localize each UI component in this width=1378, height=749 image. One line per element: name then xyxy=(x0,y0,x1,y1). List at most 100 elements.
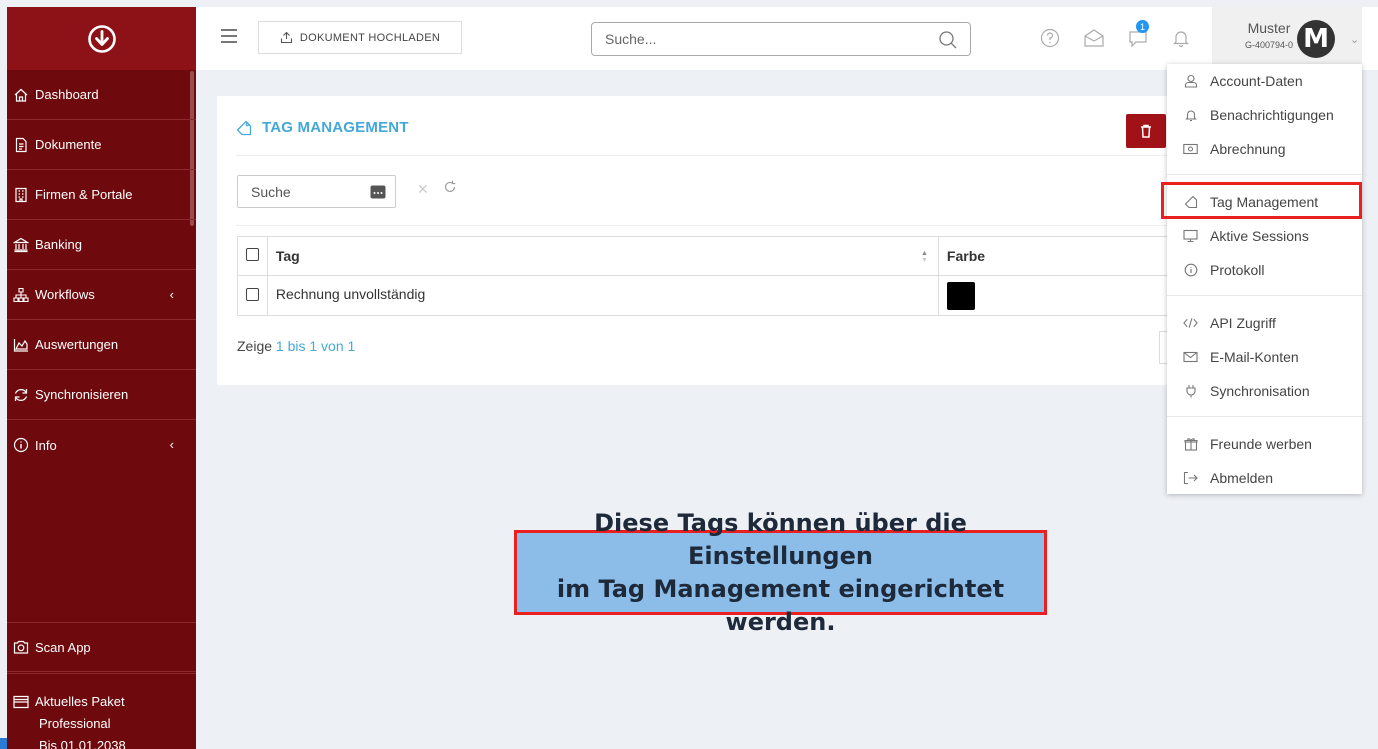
menu-item-label: Tag Management xyxy=(1210,194,1319,210)
sidebar-item-workflows[interactable]: Workflows ‹ xyxy=(7,270,196,320)
table-row[interactable]: Rechnung unvollständig xyxy=(237,275,1178,316)
menu-item-benachrichtigungen[interactable]: Benachrichtigungen xyxy=(1167,98,1362,132)
menu-divider xyxy=(1167,416,1362,417)
menu-item-aktive-sessions[interactable]: Aktive Sessions xyxy=(1167,219,1362,253)
menu-item-label: Protokoll xyxy=(1210,262,1265,278)
refresh-icon[interactable] xyxy=(443,180,457,194)
color-cell xyxy=(937,275,1178,316)
avatar[interactable]: M xyxy=(1297,20,1335,58)
tag-table: Tag ▲ ▼ Farbe Rechnung unvollständig xyxy=(237,236,1178,316)
sidebar-item-label: Dokumente xyxy=(35,137,102,152)
menu-item-abrechnung[interactable]: Abrechnung xyxy=(1167,132,1362,166)
credit-card-icon xyxy=(13,694,29,710)
sidebar-item-label: Banking xyxy=(35,237,82,252)
column-header-tag[interactable]: Tag ▲ ▼ xyxy=(266,236,939,276)
user-menu[interactable]: Muster G-400794-0 M ⌄ xyxy=(1212,7,1362,70)
sidebar-item-label: Dashboard xyxy=(35,87,99,102)
column-header-label: Tag xyxy=(275,248,300,264)
upload-document-button[interactable]: DOKUMENT HOCHLADEN xyxy=(258,21,462,54)
menu-item-label: Abrechnung xyxy=(1210,141,1286,157)
user-icon xyxy=(1183,74,1198,88)
table-header-row: Tag ▲ ▼ Farbe xyxy=(237,236,1178,276)
search-input[interactable] xyxy=(592,23,922,55)
menu-item-label: Freunde werben xyxy=(1210,436,1312,452)
row-checkbox[interactable] xyxy=(245,287,259,301)
menu-item-api-zugriff[interactable]: API Zugriff xyxy=(1167,306,1362,340)
row-select-cell xyxy=(237,275,268,316)
menu-item-synchronisation[interactable]: Synchronisation xyxy=(1167,374,1362,408)
package-name: Professional xyxy=(39,716,111,731)
menu-item-label: Abmelden xyxy=(1210,470,1274,486)
chart-area-icon xyxy=(13,337,29,353)
code-icon xyxy=(1183,317,1198,329)
sitemap-icon xyxy=(13,287,29,303)
tag-icon xyxy=(1183,195,1198,209)
menu-divider xyxy=(1167,295,1362,296)
sidebar-item-label: Auswertungen xyxy=(35,337,119,352)
menu-item-abmelden[interactable]: Abmelden xyxy=(1167,461,1362,495)
sidebar-item-label: Workflows xyxy=(35,287,95,302)
tag-search-input[interactable] xyxy=(238,176,358,207)
topbar: DOKUMENT HOCHLADEN 1 Muster G-400794-0 M… xyxy=(196,7,1378,70)
sidebar-item-auswertungen[interactable]: Auswertungen xyxy=(7,320,196,370)
select-all-checkbox[interactable] xyxy=(245,248,259,261)
hamburger-menu-icon[interactable] xyxy=(221,29,237,43)
annotation-callout: Diese Tags können über die Einstellungen… xyxy=(514,509,1047,636)
sidebar-item-firmen-portale[interactable]: Firmen & Portale xyxy=(7,170,196,220)
divider xyxy=(236,155,1177,156)
table-info-range: 1 bis 1 von 1 xyxy=(275,338,356,354)
callout-line-2: im Tag Management eingerichtet werden. xyxy=(556,574,1005,636)
user-name: Muster xyxy=(1247,20,1291,36)
menu-item-label: API Zugriff xyxy=(1210,315,1276,331)
delete-button[interactable] xyxy=(1126,114,1166,148)
column-header-label: Farbe xyxy=(946,248,986,264)
gift-icon xyxy=(1183,437,1198,451)
keyboard-icon[interactable] xyxy=(370,185,386,204)
menu-item-protokoll[interactable]: Protokoll xyxy=(1167,253,1362,287)
menu-item-freunde-werben[interactable]: Freunde werben xyxy=(1167,427,1362,461)
menu-item-label: E-Mail-Konten xyxy=(1210,349,1299,365)
chevron-down-icon[interactable]: ⌄ xyxy=(1350,33,1359,46)
sidebar-item-scan-app[interactable]: Scan App xyxy=(7,622,196,672)
menu-item-account-daten[interactable]: Account-Daten xyxy=(1167,64,1362,98)
page-title: TAG MANAGEMENT xyxy=(236,119,409,136)
page-title-text: TAG MANAGEMENT xyxy=(262,119,409,136)
sidebar-item-dokumente[interactable]: Dokumente xyxy=(7,120,196,170)
sidebar-item-info[interactable]: Info ‹ xyxy=(7,420,196,470)
plug-icon xyxy=(1183,384,1198,398)
menu-item-label: Benachrichtigungen xyxy=(1210,107,1334,123)
column-header-farbe[interactable]: Farbe xyxy=(937,236,1178,276)
menu-item-label: Aktive Sessions xyxy=(1210,228,1309,244)
bank-icon xyxy=(13,237,29,253)
help-icon[interactable] xyxy=(1040,28,1060,48)
document-icon xyxy=(13,137,29,153)
search-icon[interactable] xyxy=(938,30,958,55)
upload-label: DOKUMENT HOCHLADEN xyxy=(299,31,441,44)
logout-icon xyxy=(1183,471,1198,485)
chat-icon[interactable]: 1 xyxy=(1127,20,1149,48)
sort-icon[interactable]: ▲ ▼ xyxy=(921,250,928,264)
sidebar-item-label: Info xyxy=(35,437,57,453)
color-swatch xyxy=(946,281,975,310)
tag-icon xyxy=(236,120,252,136)
sidebar-item-banking[interactable]: Banking xyxy=(7,220,196,270)
camera-icon xyxy=(13,639,29,655)
menu-item-tag-management[interactable]: Tag Management xyxy=(1167,185,1362,219)
logo[interactable] xyxy=(7,7,196,70)
callout-line-1: Diese Tags können über die Einstellungen xyxy=(594,508,967,570)
table-search xyxy=(237,175,396,208)
bell-icon[interactable] xyxy=(1171,28,1191,48)
tag-management-card: TAG MANAGEMENT ✕ Tag ▲▼ Farbe Rechnung un… xyxy=(217,96,1189,385)
tag-name-cell: Rechnung unvollständig xyxy=(266,275,939,316)
sidebar-item-dashboard[interactable]: Dashboard xyxy=(7,70,196,120)
menu-item-e-mail-konten[interactable]: E-Mail-Konten xyxy=(1167,340,1362,374)
trash-icon xyxy=(1141,124,1151,138)
info-icon xyxy=(13,437,29,453)
info-icon xyxy=(1183,263,1198,277)
sidebar-item-synchronisieren[interactable]: Synchronisieren xyxy=(7,370,196,420)
envelope-open-icon[interactable] xyxy=(1083,28,1105,48)
chevron-left-icon: ‹ xyxy=(169,437,174,452)
global-search xyxy=(591,22,971,56)
clear-search-icon[interactable]: ✕ xyxy=(417,181,429,198)
chevron-left-icon: ‹ xyxy=(169,287,174,302)
